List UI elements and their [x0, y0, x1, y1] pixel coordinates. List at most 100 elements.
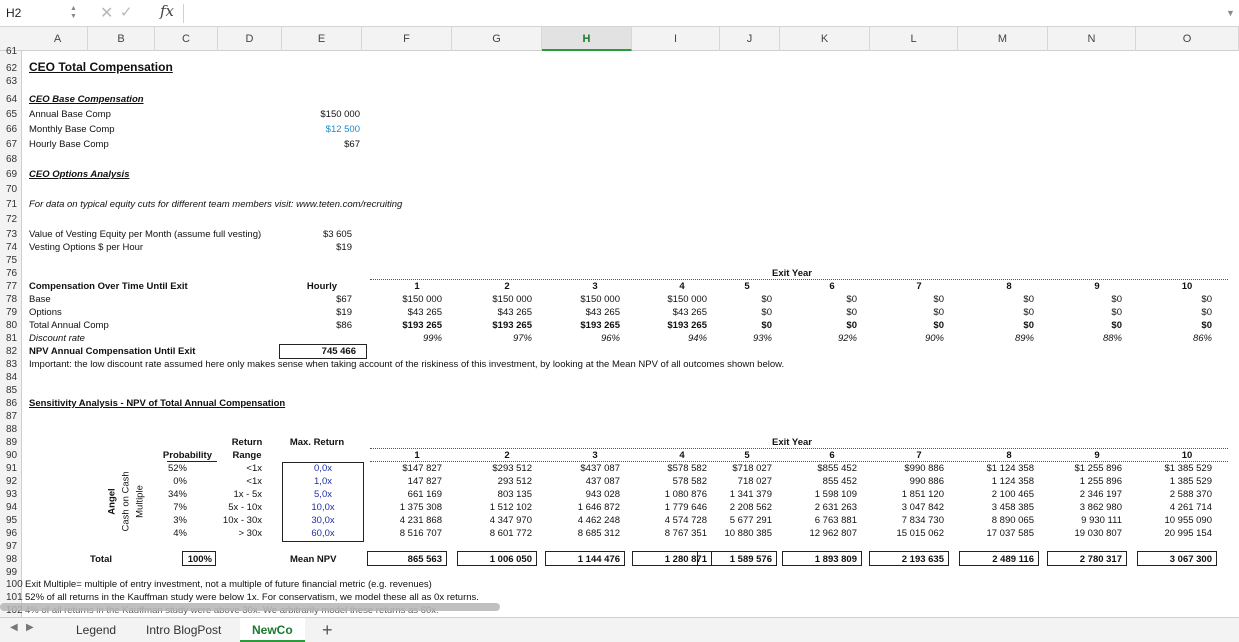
- sens-value-1-10[interactable]: $1 385 529: [1142, 462, 1212, 475]
- row-header-81[interactable]: 81: [0, 332, 22, 345]
- row-header-82[interactable]: 82: [0, 345, 22, 358]
- row-header-94[interactable]: 94: [0, 501, 22, 514]
- base-hourly[interactable]: $67: [282, 293, 352, 306]
- sens-value-5-4[interactable]: 4 574 728: [637, 514, 707, 527]
- row-header-87[interactable]: 87: [0, 410, 22, 423]
- sens-value-4-5[interactable]: 2 208 562: [702, 501, 772, 514]
- row-header-75[interactable]: 75: [0, 254, 22, 267]
- row-header-88[interactable]: 88: [0, 423, 22, 436]
- mean-npv-1[interactable]: 865 563: [372, 553, 442, 566]
- row-header-74[interactable]: 74: [0, 241, 22, 254]
- year1-4[interactable]: 4: [657, 280, 707, 293]
- total-value-5[interactable]: $0: [702, 319, 772, 332]
- row-header-72[interactable]: 72: [0, 213, 22, 226]
- total-prob[interactable]: 100%: [182, 553, 212, 566]
- row-header-66[interactable]: 66: [0, 123, 22, 136]
- discount-label[interactable]: Discount rate: [29, 332, 85, 345]
- row-header-76[interactable]: 76: [0, 267, 22, 280]
- sens-value-1-3[interactable]: $437 087: [550, 462, 620, 475]
- discount-value-9[interactable]: 88%: [1052, 332, 1122, 345]
- row-header-97[interactable]: 97: [0, 540, 22, 553]
- row-header-61[interactable]: 61: [0, 45, 22, 58]
- sens-value-1-6[interactable]: $855 452: [787, 462, 857, 475]
- row-header-83[interactable]: 83: [0, 358, 22, 371]
- year1-8[interactable]: 8: [984, 280, 1034, 293]
- column-header-k[interactable]: K: [780, 27, 870, 51]
- sens-value-3-8[interactable]: 2 100 465: [964, 488, 1034, 501]
- sens-value-2-10[interactable]: 1 385 529: [1142, 475, 1212, 488]
- column-header-b[interactable]: B: [88, 27, 155, 51]
- column-header-g[interactable]: G: [452, 27, 542, 51]
- row-header-86[interactable]: 86: [0, 397, 22, 410]
- discount-value-8[interactable]: 89%: [964, 332, 1034, 345]
- sens-prob-4[interactable]: 7%: [152, 501, 187, 514]
- year1-1[interactable]: 1: [392, 280, 442, 293]
- base-value-9[interactable]: $0: [1052, 293, 1122, 306]
- column-header-c[interactable]: C: [155, 27, 218, 51]
- sens-value-4-2[interactable]: 1 512 102: [462, 501, 532, 514]
- discount-value-6[interactable]: 92%: [787, 332, 857, 345]
- sens-value-6-4[interactable]: 8 767 351: [637, 527, 707, 540]
- year1-7[interactable]: 7: [894, 280, 944, 293]
- sens-value-6-9[interactable]: 19 030 807: [1052, 527, 1122, 540]
- sheet-title[interactable]: CEO Total Compensation: [29, 61, 173, 74]
- row-header-84[interactable]: 84: [0, 371, 22, 384]
- options-value-3[interactable]: $43 265: [550, 306, 620, 319]
- base-value-7[interactable]: $0: [874, 293, 944, 306]
- row-header-73[interactable]: 73: [0, 228, 22, 241]
- total-hourly[interactable]: $86: [282, 319, 352, 332]
- sens-value-5-9[interactable]: 9 930 111: [1052, 514, 1122, 527]
- sens-value-5-1[interactable]: 4 231 868: [372, 514, 442, 527]
- options-label[interactable]: Options: [29, 306, 62, 319]
- max-return-label[interactable]: Max. Return: [284, 436, 350, 449]
- base-value-1[interactable]: $150 000: [372, 293, 442, 306]
- row-header-70[interactable]: 70: [0, 183, 22, 196]
- options-hourly[interactable]: $19: [282, 306, 352, 319]
- sens-value-6-3[interactable]: 8 685 312: [550, 527, 620, 540]
- sens-value-4-9[interactable]: 3 862 980: [1052, 501, 1122, 514]
- row-header-98[interactable]: 98: [0, 553, 22, 566]
- row-header-95[interactable]: 95: [0, 514, 22, 527]
- sens-value-4-10[interactable]: 4 261 714: [1142, 501, 1212, 514]
- important-note[interactable]: Important: the low discount rate assumed…: [29, 358, 784, 371]
- row-header-63[interactable]: 63: [0, 75, 22, 88]
- sens-value-5-2[interactable]: 4 347 970: [462, 514, 532, 527]
- formula-input[interactable]: [188, 3, 1198, 24]
- vesting-hour-value[interactable]: $19: [282, 241, 352, 254]
- row-header-96[interactable]: 96: [0, 527, 22, 540]
- sens-value-3-4[interactable]: 1 080 876: [637, 488, 707, 501]
- row-header-64[interactable]: 64: [0, 93, 22, 106]
- column-header-n[interactable]: N: [1048, 27, 1136, 51]
- options-note[interactable]: For data on typical equity cuts for diff…: [29, 198, 402, 211]
- sens-value-1-9[interactable]: $1 255 896: [1052, 462, 1122, 475]
- cancel-icon[interactable]: ✕: [100, 3, 113, 23]
- base-value-8[interactable]: $0: [964, 293, 1034, 306]
- total-value-8[interactable]: $0: [964, 319, 1034, 332]
- hourly-label[interactable]: Hourly Base Comp: [29, 138, 109, 151]
- sens-value-5-10[interactable]: 10 955 090: [1142, 514, 1212, 527]
- sens-value-6-5[interactable]: 10 880 385: [702, 527, 772, 540]
- sens-range-2[interactable]: <1x: [212, 475, 262, 488]
- mean-npv-7[interactable]: 2 193 635: [874, 553, 944, 566]
- row-header-62[interactable]: 62: [0, 62, 22, 75]
- sens-value-5-5[interactable]: 5 677 291: [702, 514, 772, 527]
- base-value-4[interactable]: $150 000: [637, 293, 707, 306]
- chevron-down-icon[interactable]: ▼: [1226, 8, 1235, 18]
- hourly-value[interactable]: $67: [282, 138, 360, 151]
- sens-value-1-2[interactable]: $293 512: [462, 462, 532, 475]
- vesting-label[interactable]: Value of Vesting Equity per Month (assum…: [29, 228, 261, 241]
- range-label[interactable]: Range: [222, 449, 272, 462]
- sens-value-2-9[interactable]: 1 255 896: [1052, 475, 1122, 488]
- sens-value-4-7[interactable]: 3 047 842: [874, 501, 944, 514]
- vesting-hour-label[interactable]: Vesting Options $ per Hour: [29, 241, 143, 254]
- row-header-69[interactable]: 69: [0, 168, 22, 181]
- base-value-2[interactable]: $150 000: [462, 293, 532, 306]
- discount-value-4[interactable]: 94%: [637, 332, 707, 345]
- mean-npv-9[interactable]: 2 780 317: [1052, 553, 1122, 566]
- row-header-79[interactable]: 79: [0, 306, 22, 319]
- sens-value-3-7[interactable]: 1 851 120: [874, 488, 944, 501]
- mean-npv-6[interactable]: 1 893 809: [787, 553, 857, 566]
- discount-value-1[interactable]: 99%: [372, 332, 442, 345]
- column-header-m[interactable]: M: [958, 27, 1048, 51]
- sens-range-6[interactable]: > 30x: [212, 527, 262, 540]
